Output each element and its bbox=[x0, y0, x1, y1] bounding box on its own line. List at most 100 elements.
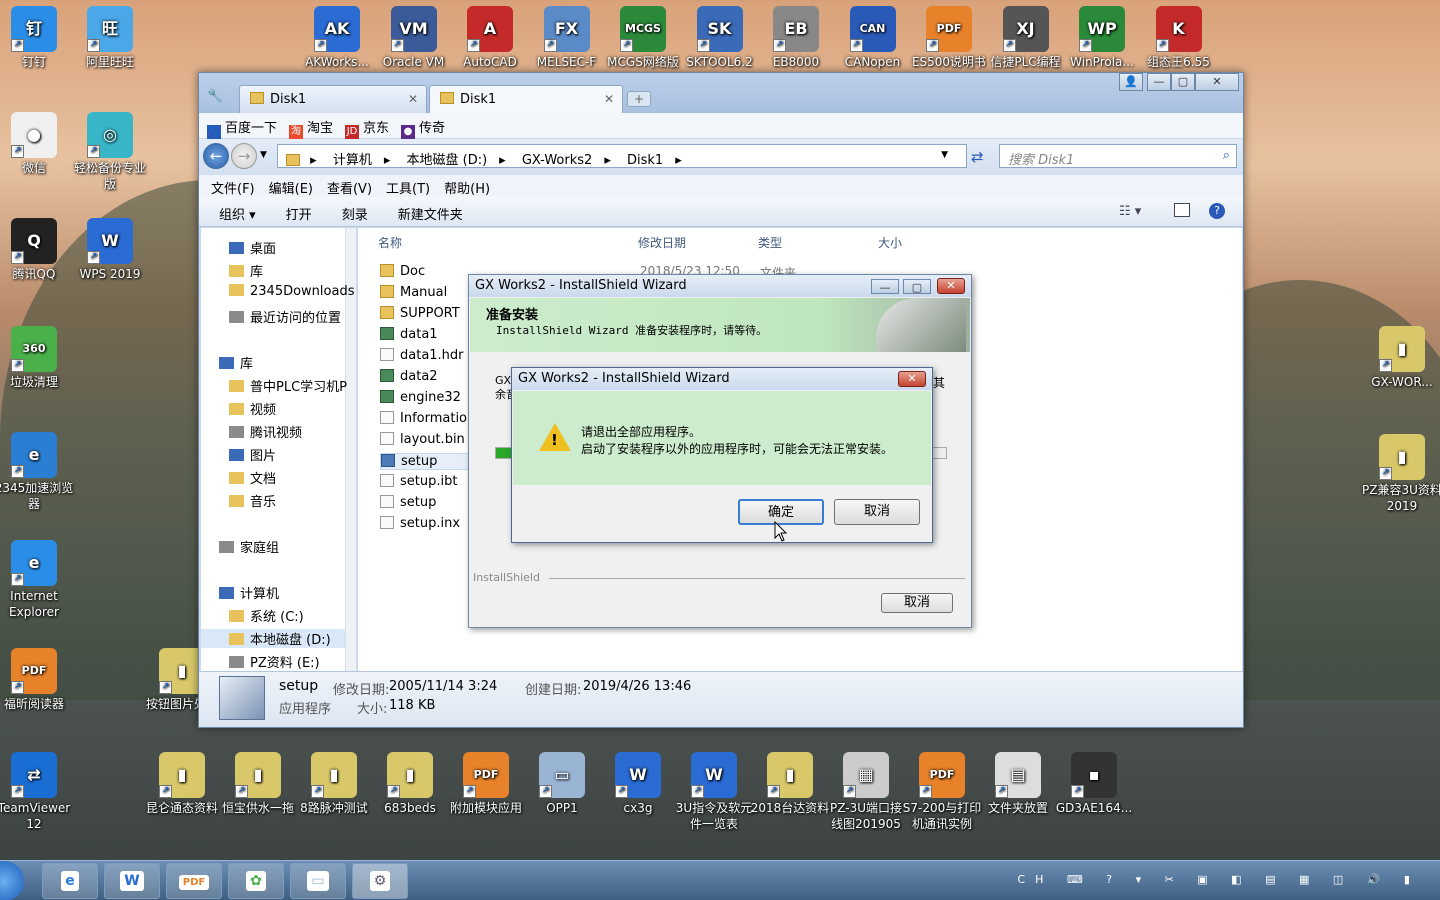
file-row-2[interactable]: SUPPORT bbox=[380, 306, 460, 321]
close-tab-icon[interactable]: ✕ bbox=[408, 92, 418, 106]
nav-item-12[interactable]: 计算机 bbox=[219, 583, 279, 602]
desktop-icon-4[interactable]: Q ↗ 腾讯QQ bbox=[0, 218, 74, 282]
desktop-icon-9[interactable]: PDF ↗ 福昕阅读器 bbox=[0, 648, 74, 712]
breadcrumb-drive-d[interactable]: 本地磁盘 (D:) bbox=[407, 153, 488, 168]
nav-item-4[interactable]: 库 bbox=[219, 353, 253, 372]
desktop-icon-top-11[interactable]: K ↗ 组态王6.55 bbox=[1139, 6, 1219, 70]
address-bar[interactable]: ▸ 计算机 ▸ 本地磁盘 (D:) ▸ GX-Works2 ▸ Disk1 ▸ ▼ bbox=[277, 144, 967, 168]
file-row-12[interactable]: setup.inx bbox=[380, 516, 460, 531]
file-row-1[interactable]: Manual bbox=[380, 285, 447, 300]
nav-item-15[interactable]: PZ资料 (E:) bbox=[229, 652, 320, 671]
breadcrumb-disk1[interactable]: Disk1 bbox=[627, 153, 663, 168]
desktop-icon-top-2[interactable]: A ↗ AutoCAD bbox=[450, 6, 530, 70]
file-row-4[interactable]: data1.hdr bbox=[380, 348, 464, 363]
desktop-icon-top-5[interactable]: SK ↗ SKTOOL6.2 bbox=[680, 6, 760, 70]
nav-item-10[interactable]: 音乐 bbox=[229, 491, 276, 510]
desktop-icon-bottom-11[interactable]: ▤ ↗ 文件夹放置 bbox=[978, 752, 1058, 816]
column-size[interactable]: 大小 bbox=[878, 234, 902, 251]
file-row-3[interactable]: data1 bbox=[380, 327, 438, 342]
desktop-icon-bottom-7[interactable]: W ↗ 3U指令及软元件一览表 bbox=[674, 752, 754, 832]
favorite-link-1[interactable]: 淘淘宝 bbox=[289, 117, 333, 139]
desktop-icon-top-1[interactable]: VM ↗ Oracle VM bbox=[374, 6, 454, 70]
wrench-icon[interactable]: 🔧 bbox=[207, 89, 223, 104]
view-options-icon[interactable]: ☷ ▾ bbox=[1119, 204, 1141, 219]
desktop-icon-bottom-8[interactable]: ▮ ↗ 2018台达资料 bbox=[750, 752, 830, 816]
file-row-10[interactable]: setup.ibt bbox=[380, 474, 457, 489]
nav-item-11[interactable]: 家庭组 bbox=[219, 537, 279, 556]
nav-item-8[interactable]: 图片 bbox=[229, 445, 276, 464]
desktop-icon-2[interactable]: ● ↗ 微信 bbox=[0, 112, 74, 176]
desktop-icon-7[interactable]: e ↗ 2345加速浏览器 bbox=[0, 432, 74, 512]
desktop-icon-top-9[interactable]: XJ ↗ 信捷PLC编程 bbox=[986, 6, 1066, 70]
menu-item-1[interactable]: 编辑(E) bbox=[269, 182, 313, 197]
file-row-9[interactable]: setup bbox=[380, 453, 474, 470]
nav-item-6[interactable]: 视频 bbox=[229, 399, 276, 418]
desktop-icon-top-4[interactable]: MCGS ↗ MCGS网络版 bbox=[603, 6, 683, 70]
file-row-5[interactable]: data2 bbox=[380, 369, 438, 384]
menu-item-3[interactable]: 工具(T) bbox=[386, 182, 430, 197]
desktop-icon-3[interactable]: ◎ ↗ 轻松备份专业版 bbox=[70, 112, 150, 192]
desktop-icon-bottom-3[interactable]: ▮ ↗ 683beds bbox=[370, 752, 450, 816]
file-row-0[interactable]: Doc bbox=[380, 264, 425, 279]
nav-item-2[interactable]: 2345Downloads bbox=[229, 284, 354, 299]
address-dropdown-icon[interactable]: ▼ bbox=[941, 150, 948, 160]
alert-cancel-button[interactable]: 取消 bbox=[834, 499, 920, 525]
wizard-cancel-button[interactable]: 取消 bbox=[881, 593, 953, 613]
search-icon[interactable]: ⌕ bbox=[1223, 148, 1230, 163]
taskbar-app-0[interactable]: e bbox=[42, 863, 98, 899]
taskbar-app-1[interactable]: W bbox=[104, 863, 160, 899]
taskbar-app-5[interactable]: ⚙ bbox=[352, 863, 408, 899]
desktop-icon-right-0[interactable]: ▮ ↗ GX-WOR... bbox=[1362, 326, 1440, 390]
desktop-icon-0[interactable]: 钉 ↗ 钉钉 bbox=[0, 6, 74, 70]
taskbar-app-4[interactable]: ▭ bbox=[290, 863, 346, 899]
favorite-link-2[interactable]: JD 京东 bbox=[345, 117, 389, 139]
desktop-icon-top-6[interactable]: EB ↗ EB8000 bbox=[756, 6, 836, 70]
nav-item-5[interactable]: 普中PLC学习机P bbox=[229, 376, 347, 395]
nav-item-1[interactable]: 库 bbox=[229, 261, 263, 280]
start-button[interactable] bbox=[0, 861, 24, 900]
nav-scrollbar[interactable] bbox=[345, 228, 356, 714]
column-type[interactable]: 类型 bbox=[758, 234, 782, 251]
desktop-icon-right-1[interactable]: ▮ ↗ PZ兼容3U资料2019 bbox=[1362, 434, 1440, 514]
menu-item-0[interactable]: 文件(F) bbox=[211, 182, 255, 197]
tab-disk1-active[interactable]: Disk1 ✕ bbox=[429, 85, 623, 113]
desktop-icon-bottom-4[interactable]: PDF ↗ 附加模块应用 bbox=[446, 752, 526, 816]
wizard-close-button[interactable]: ✕ bbox=[937, 278, 965, 294]
taskbar-app-3[interactable]: ✿ bbox=[228, 863, 284, 899]
forward-button[interactable]: → bbox=[231, 143, 257, 169]
nav-item-9[interactable]: 文档 bbox=[229, 468, 276, 487]
new-tab-button[interactable]: + bbox=[627, 91, 651, 107]
close-tab-icon[interactable]: ✕ bbox=[604, 92, 614, 106]
desktop-icon-bottom-5[interactable]: ▭ ↗ OPP1 bbox=[522, 752, 602, 816]
wizard-minimize-button[interactable]: — bbox=[871, 279, 899, 294]
history-dropdown-icon[interactable]: ▼ bbox=[260, 150, 267, 160]
desktop-icon-bottom-1[interactable]: ▮ ↗ 恒宝供水一拖 bbox=[218, 752, 298, 816]
toolbar-button-1[interactable]: 打开 bbox=[286, 208, 312, 223]
desktop-icon-top-0[interactable]: AK ↗ AKWorks... bbox=[297, 6, 377, 70]
favorite-link-3[interactable]: ● 传奇 bbox=[401, 117, 445, 139]
menu-item-4[interactable]: 帮助(H) bbox=[444, 182, 490, 197]
minimize-button[interactable]: — bbox=[1147, 73, 1171, 91]
file-row-7[interactable]: Information bbox=[380, 411, 475, 426]
taskbar-app-2[interactable]: PDF bbox=[166, 863, 222, 899]
toolbar-button-2[interactable]: 刻录 bbox=[342, 208, 368, 223]
preview-pane-icon[interactable] bbox=[1174, 203, 1190, 217]
desktop-icon-bottom-6[interactable]: W ↗ cx3g bbox=[598, 752, 678, 816]
nav-item-7[interactable]: 腾讯视频 bbox=[229, 422, 302, 441]
favorite-link-0[interactable]: 🐾 百度一下 bbox=[207, 117, 277, 139]
close-window-button[interactable]: ✕ bbox=[1195, 73, 1239, 91]
search-input[interactable]: 搜索 Disk1 ⌕ bbox=[999, 144, 1237, 168]
desktop-icon-6[interactable]: 360 ↗ 垃圾清理 bbox=[0, 326, 74, 390]
desktop-icon-bottom-0[interactable]: ▮ ↗ 昆仑通态资料 bbox=[142, 752, 222, 816]
desktop-icon-top-10[interactable]: WP ↗ WinProla... bbox=[1062, 6, 1142, 70]
nav-item-13[interactable]: 系统 (C:) bbox=[229, 606, 304, 625]
alert-close-button[interactable]: ✕ bbox=[898, 371, 926, 387]
help-icon[interactable]: ? bbox=[1209, 203, 1225, 219]
file-row-11[interactable]: setup bbox=[380, 495, 436, 510]
desktop-icon-bottom-9[interactable]: ▦ ↗ PZ-3U端口接线图201905 bbox=[826, 752, 906, 832]
desktop-icon-11[interactable]: ⇄ ↗ TeamViewer 12 bbox=[0, 752, 74, 832]
breadcrumb-computer[interactable]: 计算机 bbox=[333, 153, 372, 168]
desktop-icon-top-7[interactable]: CAN ↗ CANopen bbox=[833, 6, 913, 70]
system-tray[interactable]: CH ⌨ ? ▾ ✂ ▣ ◧ ▤ ▦ ◫ 🔊 ▮ bbox=[1017, 873, 1420, 886]
column-modified[interactable]: 修改日期 bbox=[638, 234, 686, 251]
